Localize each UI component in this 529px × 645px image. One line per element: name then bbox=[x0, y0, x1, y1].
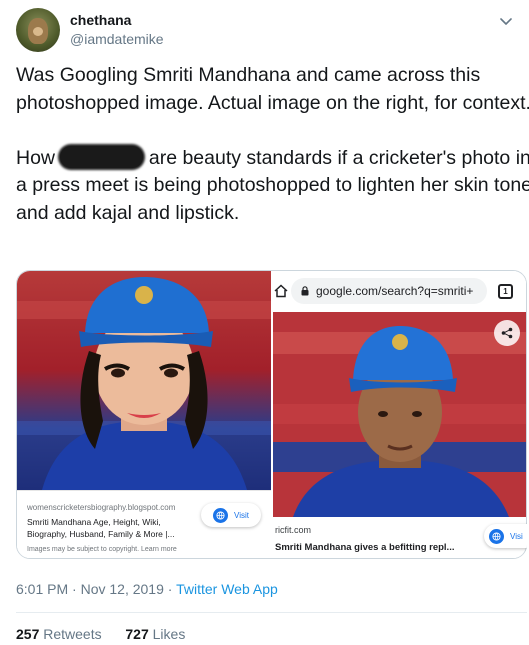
search-result-card-left[interactable]: womenscricketersbiography.blogspot.com S… bbox=[17, 490, 271, 558]
result-title[interactable]: Smriti Mandhana gives a befitting repl..… bbox=[275, 542, 454, 553]
retweets-stat[interactable]: 257 Retweets bbox=[16, 626, 102, 642]
meta-separator: · bbox=[167, 581, 177, 597]
visit-label: Visit bbox=[234, 510, 249, 520]
tweet-media[interactable]: womenscricketersbiography.blogspot.com S… bbox=[16, 270, 527, 559]
user-handle[interactable]: @iamdatemike bbox=[70, 30, 164, 49]
retweets-count: 257 bbox=[16, 626, 40, 642]
tweet-paragraph-1: Was Googling Smriti Mandhana and came ac… bbox=[16, 64, 529, 114]
media-image-right[interactable]: google.com/search?q=smriti+ 1 ricfit.com… bbox=[273, 271, 526, 558]
visit-button-left[interactable]: Visit bbox=[201, 503, 261, 527]
tweet-stats: 257 Retweets 727 Likes bbox=[16, 626, 185, 642]
tweet-paragraph-2-start: How bbox=[16, 146, 61, 169]
tweet-meta: 6:01 PM · Nov 12, 2019 · Twitter Web App bbox=[16, 581, 278, 597]
address-url: google.com/search?q=smriti+ bbox=[316, 284, 474, 298]
avatar[interactable] bbox=[16, 8, 60, 52]
tab-switcher-icon[interactable]: 1 bbox=[498, 284, 513, 299]
browser-bar: google.com/search?q=smriti+ 1 bbox=[273, 271, 526, 311]
likes-label: Likes bbox=[152, 626, 186, 642]
address-bar[interactable]: google.com/search?q=smriti+ bbox=[291, 278, 487, 304]
tweet-time[interactable]: 6:01 PM bbox=[16, 581, 68, 597]
display-name[interactable]: chethana bbox=[70, 11, 164, 30]
share-icon[interactable] bbox=[494, 320, 520, 346]
retweets-label: Retweets bbox=[43, 626, 102, 642]
result-title[interactable]: Smriti Mandhana Age, Height, Wiki, Biogr… bbox=[27, 516, 202, 540]
likes-count: 727 bbox=[125, 626, 149, 642]
home-icon[interactable] bbox=[274, 284, 288, 298]
likes-stat[interactable]: 727 Likes bbox=[125, 626, 185, 642]
photoshopped-photo bbox=[17, 271, 271, 490]
lock-icon bbox=[301, 286, 309, 296]
photo-illustration-right bbox=[273, 312, 526, 517]
globe-icon bbox=[213, 507, 229, 523]
divider bbox=[16, 612, 527, 613]
result-source: womenscricketersbiography.blogspot.com bbox=[27, 503, 176, 512]
actual-photo bbox=[273, 312, 526, 517]
search-result-card-right[interactable]: ricfit.com Smriti Mandhana gives a befit… bbox=[273, 517, 526, 558]
photo-illustration-left bbox=[17, 277, 271, 490]
chevron-down-icon[interactable] bbox=[497, 12, 515, 30]
tweet-text: Was Googling Smriti Mandhana and came ac… bbox=[16, 62, 529, 227]
tweet-source-app[interactable]: Twitter Web App bbox=[176, 581, 278, 597]
media-image-left[interactable]: womenscricketersbiography.blogspot.com S… bbox=[17, 271, 271, 558]
copyright-note: Images may be subject to copyright. Lear… bbox=[27, 546, 177, 553]
meta-separator: · bbox=[72, 581, 81, 597]
result-source: ricfit.com bbox=[275, 525, 311, 535]
censor-scribble bbox=[60, 145, 144, 168]
tweet-date[interactable]: Nov 12, 2019 bbox=[81, 581, 164, 597]
user-names: chethana @iamdatemike bbox=[70, 11, 164, 49]
tweet-header: chethana @iamdatemike bbox=[16, 8, 164, 52]
